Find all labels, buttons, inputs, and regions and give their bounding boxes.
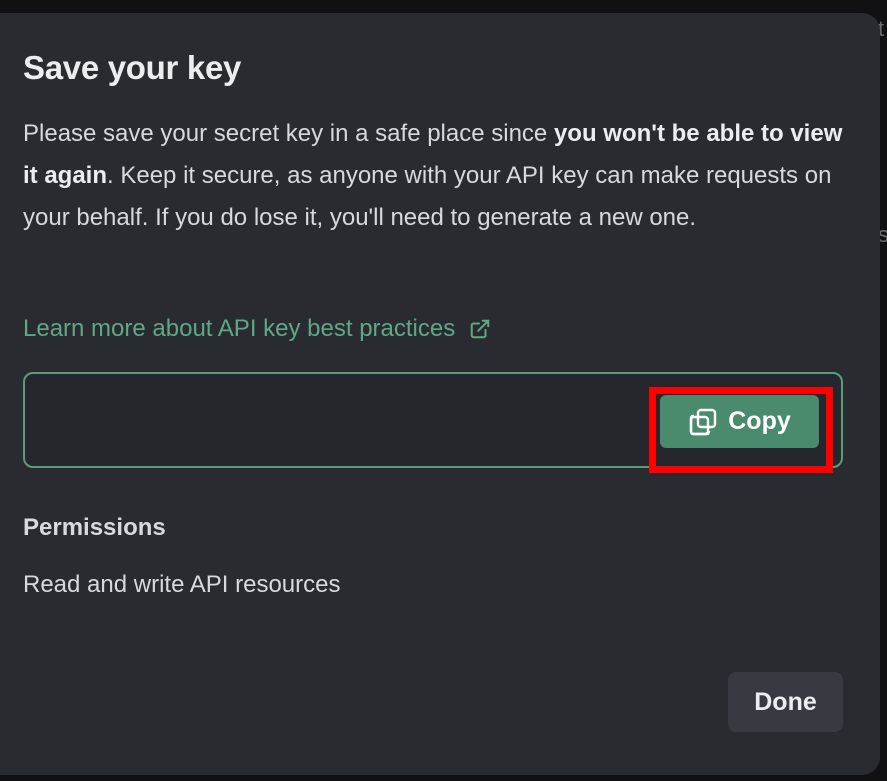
copy-icon xyxy=(688,407,718,437)
external-link-icon xyxy=(469,318,491,340)
copy-button[interactable]: Copy xyxy=(660,395,819,448)
copy-button-label: Copy xyxy=(728,407,791,435)
done-button[interactable]: Done xyxy=(728,672,843,732)
learn-more-link[interactable]: Learn more about API key best practices xyxy=(23,315,491,343)
description-text: . Keep it secure, as anyone with your AP… xyxy=(23,162,832,231)
dialog-description: Please save your secret key in a safe pl… xyxy=(23,113,858,239)
permissions-label: Permissions xyxy=(23,514,166,541)
permissions-value: Read and write API resources xyxy=(23,571,341,598)
description-text: Please save your secret key in a safe pl… xyxy=(23,120,554,147)
learn-more-label: Learn more about API key best practices xyxy=(23,315,456,342)
dialog-title: Save your key xyxy=(23,49,242,86)
